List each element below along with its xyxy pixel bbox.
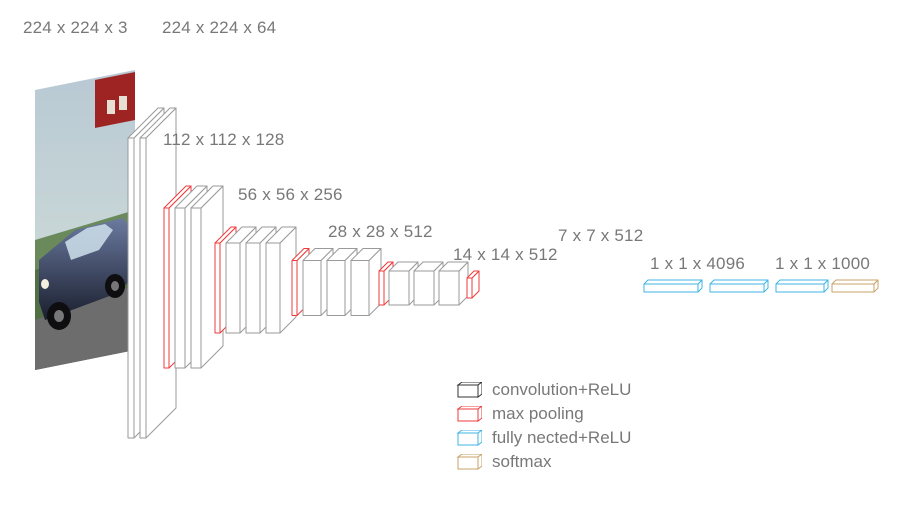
- dim-block5: 14 x 14 x 512: [453, 245, 558, 265]
- dim-block4: 28 x 28 x 512: [328, 222, 433, 242]
- legend-label-fc: fully nected+ReLU: [492, 428, 631, 448]
- legend: convolution+ReLU max pooling fully necte…: [454, 378, 631, 474]
- dim-block1: 224 x 224 x 64: [162, 18, 276, 38]
- architecture-diagram: [0, 0, 900, 507]
- dim-block3: 56 x 56 x 256: [238, 185, 343, 205]
- legend-swatch-fc: [454, 430, 482, 446]
- dim-block2: 112 x 112 x 128: [163, 130, 284, 150]
- legend-label-softmax: softmax: [492, 452, 552, 472]
- dim-block6: 7 x 7 x 512: [558, 226, 643, 246]
- legend-label-pool: max pooling: [492, 404, 584, 424]
- legend-label-conv: convolution+ReLU: [492, 380, 631, 400]
- legend-swatch-conv: [454, 382, 482, 398]
- legend-swatch-pool: [454, 406, 482, 422]
- dim-out: 1 x 1 x 1000: [775, 254, 870, 274]
- dim-fc: 1 x 1 x 4096: [650, 254, 745, 274]
- dim-input: 224 x 224 x 3: [23, 18, 128, 38]
- legend-swatch-softmax: [454, 454, 482, 470]
